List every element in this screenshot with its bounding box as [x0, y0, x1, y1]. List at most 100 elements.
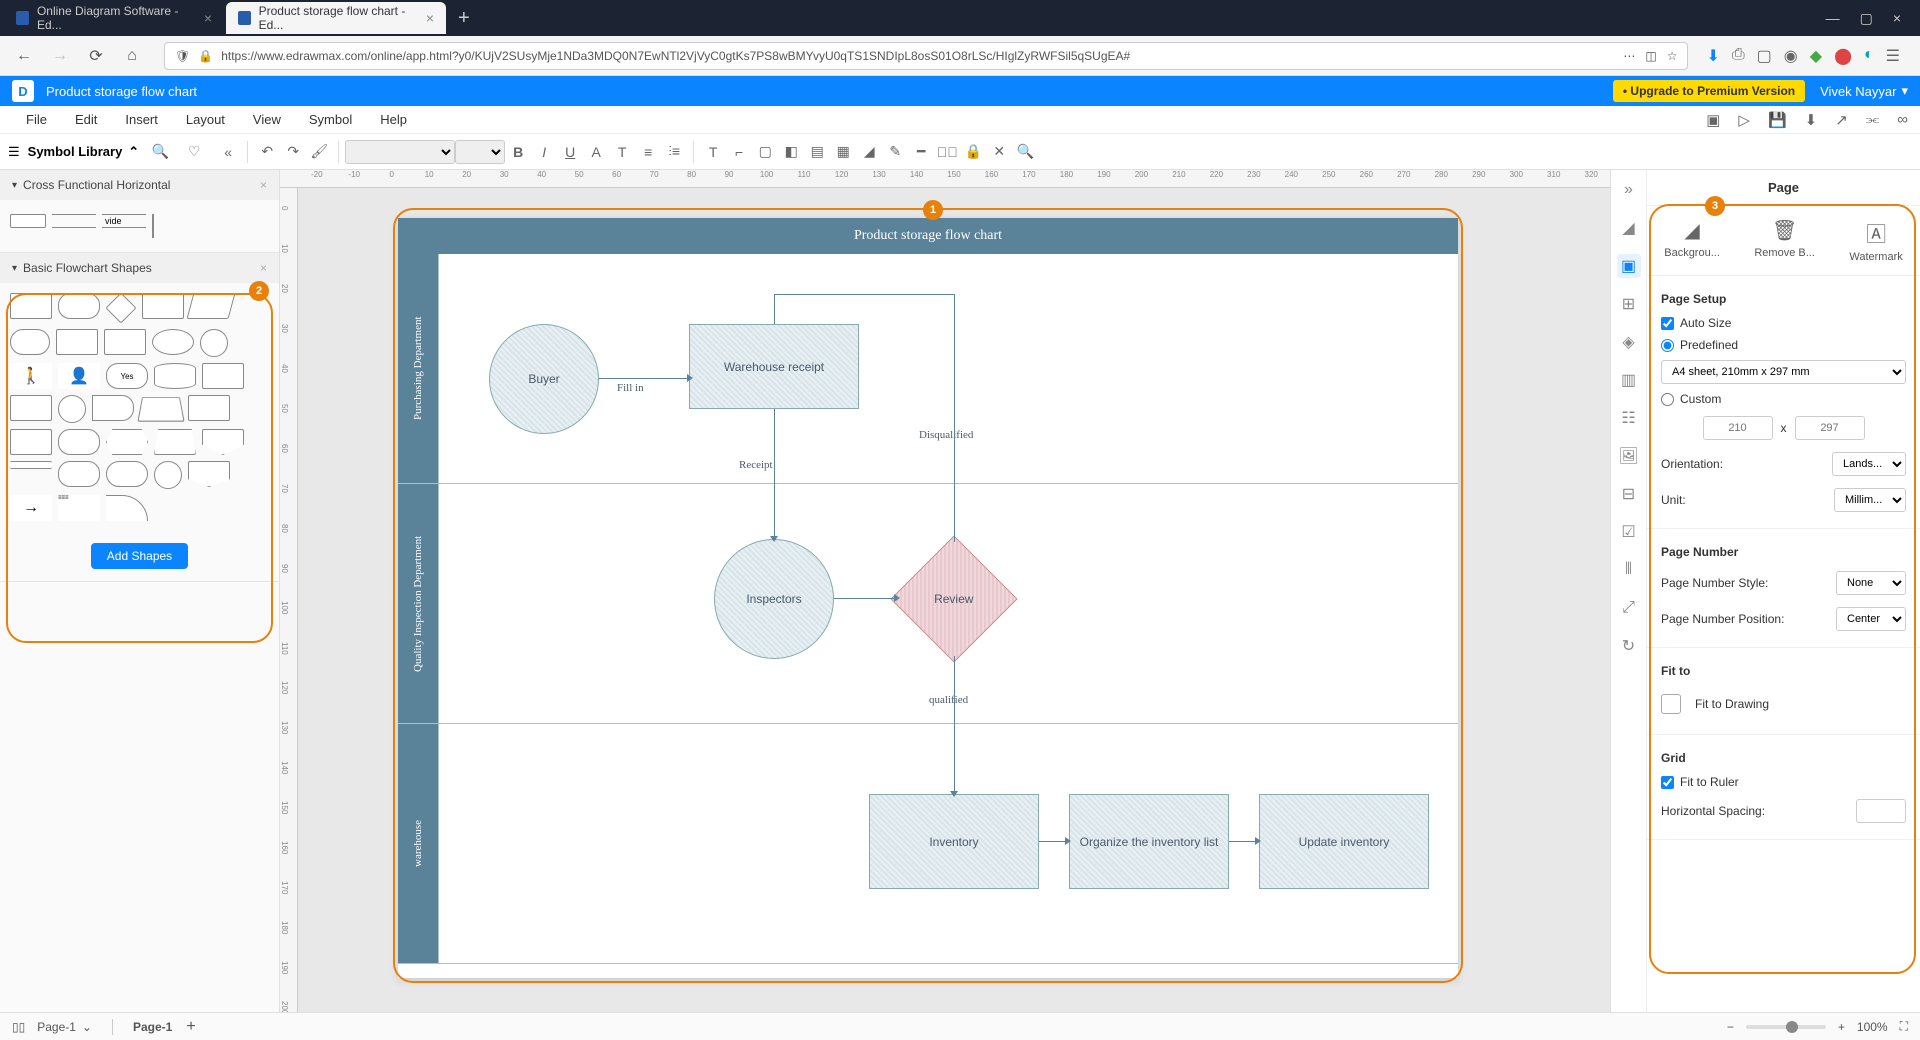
- tools-button[interactable]: ✕: [986, 139, 1012, 165]
- download-icon[interactable]: ⬇: [1706, 46, 1719, 66]
- edit-button[interactable]: ✎⃞: [934, 139, 960, 165]
- pn-pos-select[interactable]: Center: [1836, 607, 1906, 631]
- line-color-button[interactable]: ✎: [882, 139, 908, 165]
- swimlane-title[interactable]: Product storage flow chart: [398, 218, 1458, 254]
- shape-thumb-yesno[interactable]: Yes: [106, 363, 148, 389]
- shape-thumb-wave[interactable]: [10, 429, 52, 455]
- close-icon[interactable]: ×: [204, 10, 212, 26]
- shape-thumb-hex[interactable]: [106, 429, 148, 455]
- shape-warehouse-receipt[interactable]: Warehouse receipt: [689, 324, 859, 409]
- image-tab-icon[interactable]: 🖼: [1617, 444, 1641, 468]
- shape-thumb[interactable]: [142, 293, 184, 319]
- reload-button[interactable]: ⟳: [82, 42, 110, 70]
- shape-thumb-shield[interactable]: [188, 461, 230, 487]
- fit-icon[interactable]: ▣: [1706, 111, 1720, 129]
- sync-icon[interactable]: ◉: [1784, 46, 1798, 66]
- shape-update[interactable]: Update inventory: [1259, 794, 1429, 889]
- expand-panel-icon[interactable]: »: [1617, 178, 1641, 202]
- shape-thumb[interactable]: [188, 395, 230, 421]
- align-left-button[interactable]: ▤: [804, 139, 830, 165]
- lane-label-purchasing[interactable]: Purchasing Department: [398, 254, 438, 483]
- shape-thumb-lines[interactable]: [10, 461, 52, 469]
- search-icon[interactable]: 🔍: [147, 139, 173, 165]
- shape-thumb-arc[interactable]: [106, 495, 148, 521]
- line-style-button[interactable]: ━: [908, 139, 934, 165]
- back-button[interactable]: ←: [10, 42, 38, 70]
- custom-radio[interactable]: [1661, 393, 1674, 406]
- shape-thumb[interactable]: [58, 461, 100, 487]
- tree-tab-icon[interactable]: ⊟: [1617, 482, 1641, 506]
- expand-tab-icon[interactable]: ⤢: [1617, 596, 1641, 620]
- page-tab-icon[interactable]: ▣: [1617, 254, 1641, 278]
- menu-edit[interactable]: Edit: [61, 112, 111, 127]
- fit-ruler-checkbox[interactable]: [1661, 776, 1674, 789]
- app-logo-icon[interactable]: D: [12, 80, 34, 102]
- shape-thumb-rect[interactable]: [10, 293, 52, 319]
- swimlane-tab-icon[interactable]: ▥: [1617, 368, 1641, 392]
- shape-thumb[interactable]: [52, 214, 96, 228]
- menu-file[interactable]: File: [12, 112, 61, 127]
- shape-thumb-trap[interactable]: [137, 397, 184, 422]
- shape-thumb-diamond[interactable]: [105, 292, 136, 323]
- menu-symbol[interactable]: Symbol: [295, 112, 366, 127]
- browser-tab-1[interactable]: Product storage flow chart - Ed... ×: [226, 2, 446, 34]
- align-button[interactable]: ≡: [635, 139, 661, 165]
- close-icon[interactable]: ×: [260, 261, 267, 275]
- zoom-in-button[interactable]: +: [1838, 1020, 1845, 1034]
- menu-insert[interactable]: Insert: [111, 112, 172, 127]
- play-icon[interactable]: ▷: [1738, 111, 1750, 129]
- fullscreen-button[interactable]: ⛶: [1900, 1019, 1908, 1034]
- menu-view[interactable]: View: [239, 112, 295, 127]
- ext2-icon[interactable]: ⬤: [1834, 46, 1852, 66]
- page-nav-icon[interactable]: ▯▯: [12, 1020, 25, 1034]
- shape-thumb-parallelogram[interactable]: [187, 293, 236, 319]
- save-icon[interactable]: 💾: [1768, 111, 1787, 129]
- font-color-button[interactable]: A: [583, 139, 609, 165]
- share-icon[interactable]: ⫘: [1866, 111, 1880, 129]
- shape-thumb-circle[interactable]: [200, 329, 228, 357]
- shape-thumb-note[interactable]: ≡≡≡: [58, 495, 100, 521]
- drawing-page[interactable]: Product storage flow chart Purchasing De…: [398, 218, 1458, 978]
- shape-thumb[interactable]: [56, 329, 98, 355]
- browser-tab-0[interactable]: Online Diagram Software - Ed... ×: [4, 2, 224, 34]
- new-tab-button[interactable]: +: [448, 7, 480, 30]
- ext1-icon[interactable]: ◆: [1810, 46, 1822, 66]
- symbol-library-label[interactable]: Symbol Library ⌃: [28, 144, 140, 160]
- text-effect-button[interactable]: T: [609, 139, 635, 165]
- menu-layout[interactable]: Layout: [172, 112, 239, 127]
- shape-tool1-button[interactable]: ▢: [752, 139, 778, 165]
- shape-thumb-trap2[interactable]: [154, 429, 196, 455]
- menu-icon[interactable]: ☰: [1886, 46, 1900, 66]
- import-icon[interactable]: ↗: [1835, 111, 1848, 129]
- add-shapes-button[interactable]: Add Shapes: [91, 543, 188, 569]
- bookmark-icon[interactable]: ☆: [1667, 49, 1678, 63]
- predefined-radio[interactable]: [1661, 339, 1674, 352]
- fill-button[interactable]: ◢: [856, 139, 882, 165]
- shape-organize[interactable]: Organize the inventory list: [1069, 794, 1229, 889]
- shape-buyer[interactable]: Buyer: [489, 324, 599, 434]
- shape-thumb-pill[interactable]: [106, 461, 148, 487]
- list-icon[interactable]: ☰: [8, 144, 20, 160]
- shape-thumb-stadium[interactable]: [10, 329, 50, 355]
- lane-label-warehouse[interactable]: warehouse: [398, 724, 438, 963]
- lib-section-basic-flowchart[interactable]: ▾ Basic Flowchart Shapes ×: [0, 253, 279, 283]
- distribute-button[interactable]: ▦: [830, 139, 856, 165]
- library-icon[interactable]: ⎙: [1732, 46, 1745, 66]
- shape-thumb[interactable]: [104, 329, 146, 355]
- remove-bg-button[interactable]: 🗑 Remove B...: [1754, 218, 1815, 263]
- auto-size-checkbox[interactable]: [1661, 317, 1674, 330]
- shape-thumb-ellipse[interactable]: [152, 329, 194, 355]
- zoom-out-button[interactable]: −: [1727, 1020, 1734, 1034]
- unit-select[interactable]: Millim...: [1834, 488, 1906, 512]
- format-painter-button[interactable]: 🖌: [306, 139, 332, 165]
- shape-thumb-circle[interactable]: [154, 461, 182, 489]
- url-input[interactable]: 🛡 🔒 https://www.edrawmax.com/online/app.…: [164, 42, 1688, 70]
- upgrade-button[interactable]: • Upgrade to Premium Version: [1613, 80, 1805, 102]
- page-selector[interactable]: Page-1 ⌄: [37, 1020, 92, 1034]
- reader-icon[interactable]: ◫: [1645, 49, 1656, 63]
- undo-button[interactable]: ↶: [254, 139, 280, 165]
- shape-review[interactable]: Review: [890, 535, 1017, 662]
- lib-section-cross-functional[interactable]: ▾ Cross Functional Horizontal ×: [0, 170, 279, 200]
- minimize-icon[interactable]: —: [1826, 10, 1840, 27]
- home-button[interactable]: ⌂: [118, 42, 146, 70]
